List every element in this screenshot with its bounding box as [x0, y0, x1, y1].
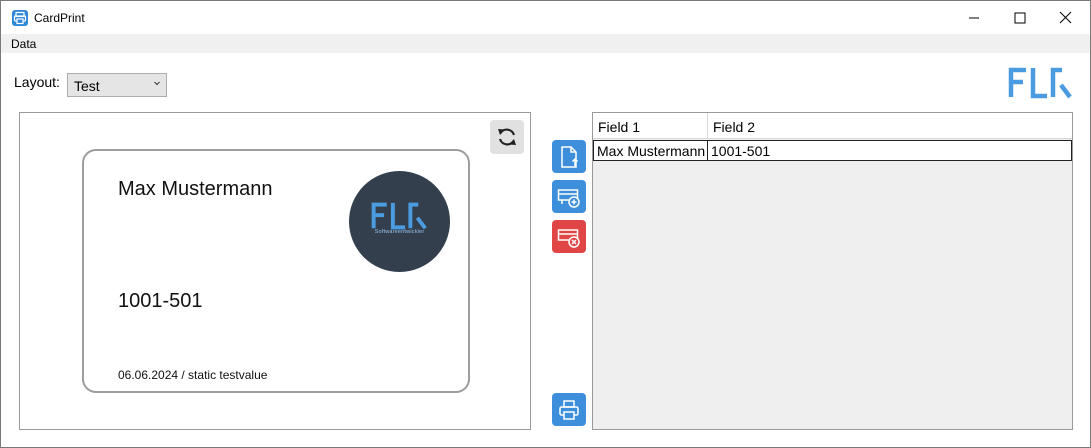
app-window: CardPrint Data Layout: Test Max Musterma… [0, 0, 1091, 448]
printer-icon [559, 400, 579, 420]
refresh-button[interactable] [490, 120, 524, 154]
layout-select[interactable]: Test [67, 73, 167, 97]
printer-icon [12, 10, 28, 26]
remove-card-icon [557, 229, 580, 248]
brand-logo [1007, 67, 1073, 99]
print-button[interactable] [552, 393, 586, 426]
card-number: 1001-501 [118, 290, 203, 312]
card-footer: 06.06.2024 / static testvalue [118, 368, 268, 382]
table-cell[interactable]: 1001-501 [708, 141, 1071, 160]
menu-item-data[interactable]: Data [11, 37, 36, 51]
column-header-field-1[interactable]: Field 1 [593, 113, 708, 139]
window-title: CardPrint [34, 11, 85, 25]
remove-card-button[interactable] [552, 220, 586, 253]
title-bar: CardPrint [1, 1, 1090, 34]
menu-bar: Data [1, 34, 1090, 53]
column-header-field-2[interactable]: Field 2 [708, 113, 1072, 139]
import-file-icon [561, 146, 579, 168]
add-card-button[interactable] [552, 180, 586, 213]
minimize-button[interactable] [951, 1, 997, 34]
import-file-button[interactable] [552, 140, 586, 173]
card-logo: Softwareentwickler [349, 171, 450, 272]
add-card-icon [557, 189, 580, 208]
card-name: Max Mustermann [118, 178, 273, 200]
close-icon [1059, 11, 1072, 24]
data-grid[interactable]: Field 1 Field 2 Max Mustermann 1001-501 [592, 112, 1073, 430]
layout-label: Layout: [14, 74, 60, 90]
chevron-down-icon [154, 81, 160, 86]
close-button[interactable] [1043, 1, 1089, 34]
card-logo-subtitle: Softwareentwickler [374, 229, 425, 235]
table-cell[interactable]: Max Mustermann [594, 141, 708, 160]
layout-select-value: Test [74, 78, 100, 94]
grid-header: Field 1 Field 2 [593, 113, 1072, 139]
table-row[interactable]: Max Mustermann 1001-501 [593, 140, 1072, 161]
maximize-icon [1014, 12, 1026, 24]
maximize-button[interactable] [997, 1, 1043, 34]
minimize-icon [969, 17, 979, 19]
refresh-icon [498, 128, 516, 146]
card-preview: Max Mustermann 1001-501 06.06.2024 / sta… [82, 149, 470, 393]
card-preview-panel: Max Mustermann 1001-501 06.06.2024 / sta… [19, 112, 531, 430]
